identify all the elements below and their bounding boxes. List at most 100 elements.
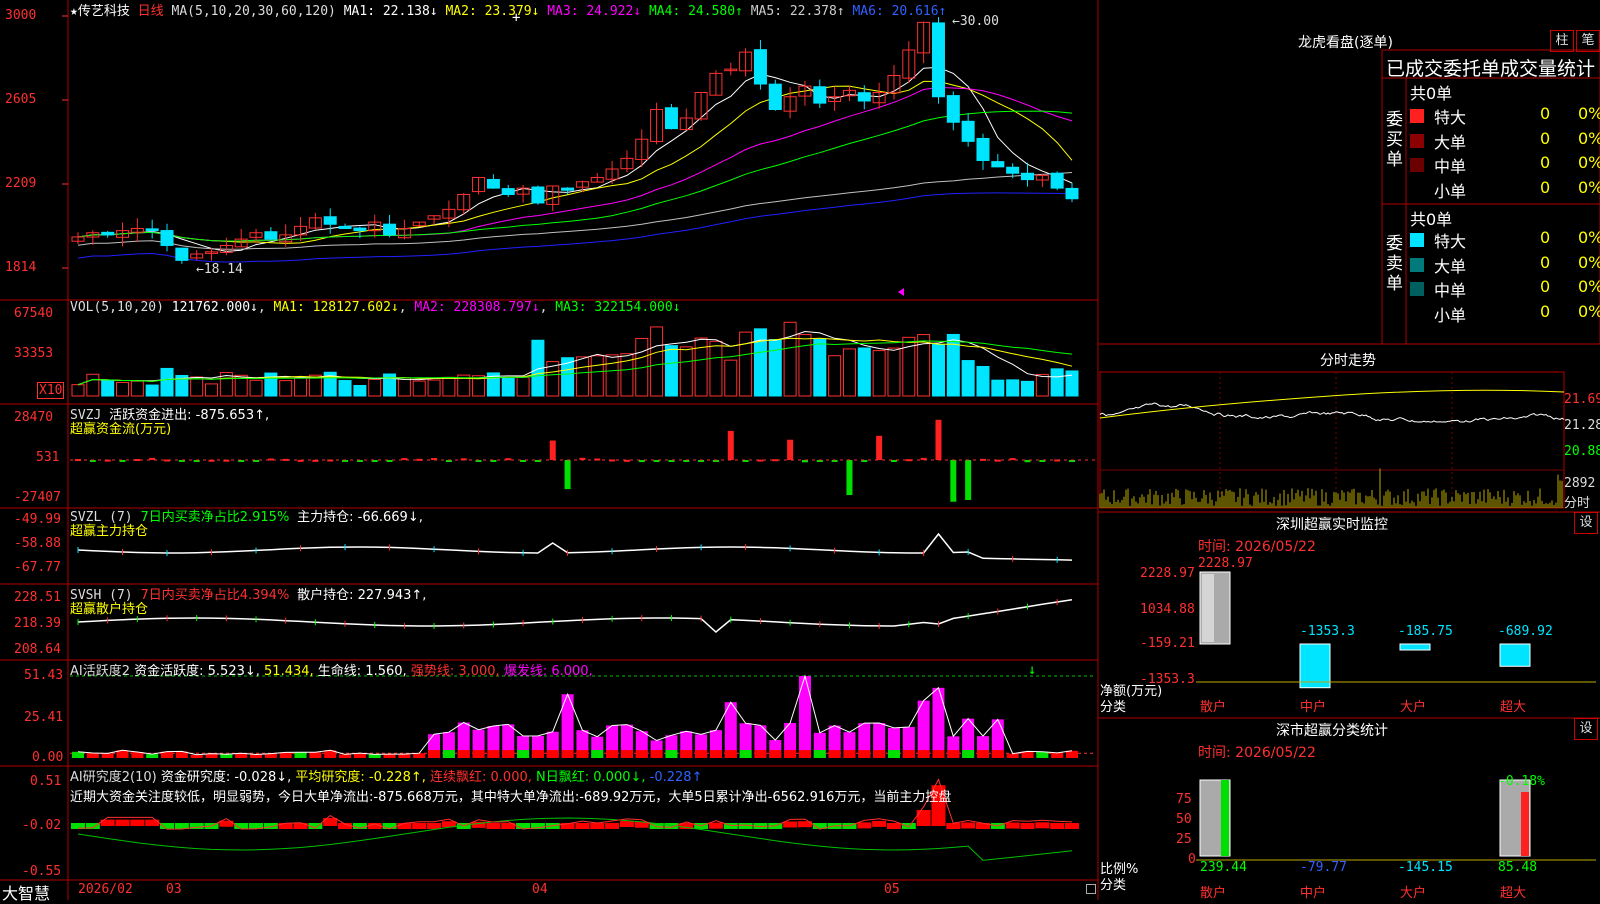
sell-row-percent: 0% bbox=[1578, 301, 1600, 321]
high-price-note: ←30.00 bbox=[952, 14, 999, 29]
buy-row-count: 0 bbox=[1540, 104, 1551, 123]
order-stats-title: 已成交委托单成交量统计 bbox=[1386, 58, 1596, 80]
sell-color-swatch bbox=[1410, 282, 1424, 296]
monitor-axis-0: 2228.97 bbox=[1140, 566, 1195, 581]
activity-base-bar bbox=[620, 750, 633, 758]
volume-bar bbox=[516, 376, 530, 397]
intraday-avg-line bbox=[1099, 389, 1565, 419]
ai2-d4: 强势线: 3.000, bbox=[410, 664, 500, 679]
candle-body bbox=[1020, 172, 1034, 181]
vol-unit-badge[interactable]: X10 bbox=[37, 382, 65, 399]
activity-base-bar bbox=[442, 750, 455, 758]
vol-ma2: MA2: 228308.797↓ bbox=[414, 300, 540, 315]
classify-axis-3: 0 bbox=[1188, 852, 1196, 867]
research-bar bbox=[916, 810, 931, 826]
activity-base-bar bbox=[502, 750, 515, 758]
candle-body bbox=[160, 230, 174, 246]
ma-line-3 bbox=[77, 86, 1073, 242]
svsh-desc1: 7日内买卖净占比4.394% bbox=[140, 588, 290, 603]
ma4-value: MA4: 24.580↑ bbox=[648, 4, 743, 19]
fund-flow-bar bbox=[564, 460, 571, 490]
monitor-top-value: 2228.97 bbox=[1198, 556, 1253, 571]
sell-row-label: 大单 bbox=[1434, 256, 1467, 276]
chart-canvas[interactable]: +↓ bbox=[0, 0, 1600, 900]
ai2-d5: 爆发线: 6.000, bbox=[503, 664, 593, 679]
classify-time: 时间: 2026/05/22 bbox=[1198, 745, 1316, 761]
activity-bar bbox=[932, 687, 945, 758]
sell-orders-label: 委卖单 bbox=[1386, 234, 1403, 294]
classify-settings-button[interactable]: 设 bbox=[1574, 718, 1598, 740]
activity-base-bar bbox=[962, 750, 975, 758]
fund-flow-bar bbox=[727, 430, 734, 460]
candle-body bbox=[961, 120, 975, 142]
candle-body bbox=[1050, 172, 1064, 189]
volume-bar bbox=[294, 376, 308, 397]
monitor-bar-shine bbox=[1202, 574, 1214, 642]
research-bar bbox=[886, 823, 901, 829]
svzl-sub: 超赢主力持仓 bbox=[70, 524, 149, 539]
sell-color-swatch bbox=[1410, 257, 1424, 272]
svzl-axis-high: -49.99 bbox=[14, 512, 61, 527]
classify-val-0: 239.44 bbox=[1200, 860, 1247, 875]
ma1-value: MA1: 22.138↓ bbox=[343, 4, 438, 19]
volume-ma-line bbox=[77, 337, 1073, 386]
research-bar bbox=[516, 823, 531, 829]
candle-body bbox=[175, 247, 189, 261]
monitor-xlabel: 分类 bbox=[1100, 700, 1127, 715]
low-price-note: ←18.14 bbox=[196, 262, 243, 277]
stock-name[interactable]: 传艺科技 bbox=[78, 4, 130, 19]
monitor-settings-button[interactable]: 设 bbox=[1574, 512, 1598, 534]
svzj-axis-high: 28470 bbox=[14, 410, 54, 425]
arrow-down-icon: ↓ bbox=[1028, 662, 1036, 678]
ma3-value: MA3: 24.922↓ bbox=[547, 4, 642, 19]
period-label[interactable]: 日线 bbox=[138, 4, 164, 19]
research-bar bbox=[901, 823, 916, 829]
vol-axis-mid: 33353 bbox=[14, 346, 54, 361]
sell-row-count: 0 bbox=[1540, 228, 1551, 247]
research-bar bbox=[397, 823, 412, 829]
volume-bar bbox=[709, 340, 723, 397]
intraday-unit[interactable]: 分时 bbox=[1564, 492, 1590, 511]
buy-row-percent: 0% bbox=[1578, 153, 1600, 172]
activity-base-bar bbox=[828, 750, 841, 758]
monitor-cat-2: 大户 bbox=[1400, 700, 1427, 715]
volume-bar bbox=[872, 350, 886, 397]
vol-ma3: MA3: 322154.000↓ bbox=[555, 300, 681, 315]
activity-base-bar bbox=[1036, 751, 1049, 758]
volume-bar bbox=[338, 380, 352, 397]
activity-base-bar bbox=[86, 753, 99, 758]
date-label-may: 05 bbox=[884, 882, 900, 897]
candle-body bbox=[857, 92, 871, 102]
volume-ma-line bbox=[77, 330, 1073, 386]
volume-bar bbox=[798, 334, 812, 397]
research-bar bbox=[872, 820, 887, 827]
ai2-header: AI活跃度2 资金活跃度: 5.523↓, 51.434, 生命线: 1.560… bbox=[70, 664, 593, 679]
bar-view-button[interactable]: 柱 bbox=[1550, 30, 1574, 52]
monitor-cat-3: 超大 bbox=[1500, 700, 1527, 715]
buy-row-count: 0 bbox=[1540, 128, 1551, 148]
buy-row-percent: 0% bbox=[1578, 128, 1600, 148]
classify-xlabel: 分类 bbox=[1100, 878, 1127, 893]
volume-bar bbox=[842, 348, 856, 397]
research-bar bbox=[1065, 823, 1079, 829]
ai2-axis-low: 0.00 bbox=[32, 750, 64, 765]
ai3-d5: -0.228↑ bbox=[649, 770, 703, 785]
activity-base-bar bbox=[887, 750, 900, 758]
research-bar bbox=[1020, 823, 1035, 829]
svsh-axis-high: 228.51 bbox=[14, 590, 61, 605]
tick-view-button[interactable]: 笔 bbox=[1576, 30, 1600, 52]
ma-line-4 bbox=[77, 110, 1073, 242]
activity-base-bar bbox=[754, 750, 767, 758]
candle-body bbox=[976, 137, 990, 161]
candle-body bbox=[946, 95, 960, 123]
favorite-star-icon[interactable]: ★ bbox=[70, 4, 78, 19]
monitor-cat-0: 散户 bbox=[1200, 700, 1227, 715]
activity-base-bar bbox=[873, 750, 886, 758]
lock-icon[interactable] bbox=[1086, 884, 1096, 894]
monitor-val-3: -689.92 bbox=[1498, 624, 1553, 639]
main-force-line bbox=[77, 532, 1073, 561]
app-brand-label[interactable]: 大智慧 bbox=[2, 880, 50, 904]
volume-bar bbox=[1035, 373, 1049, 397]
ai2-d2: 51.434, bbox=[264, 664, 314, 679]
volume-bar bbox=[991, 379, 1005, 397]
